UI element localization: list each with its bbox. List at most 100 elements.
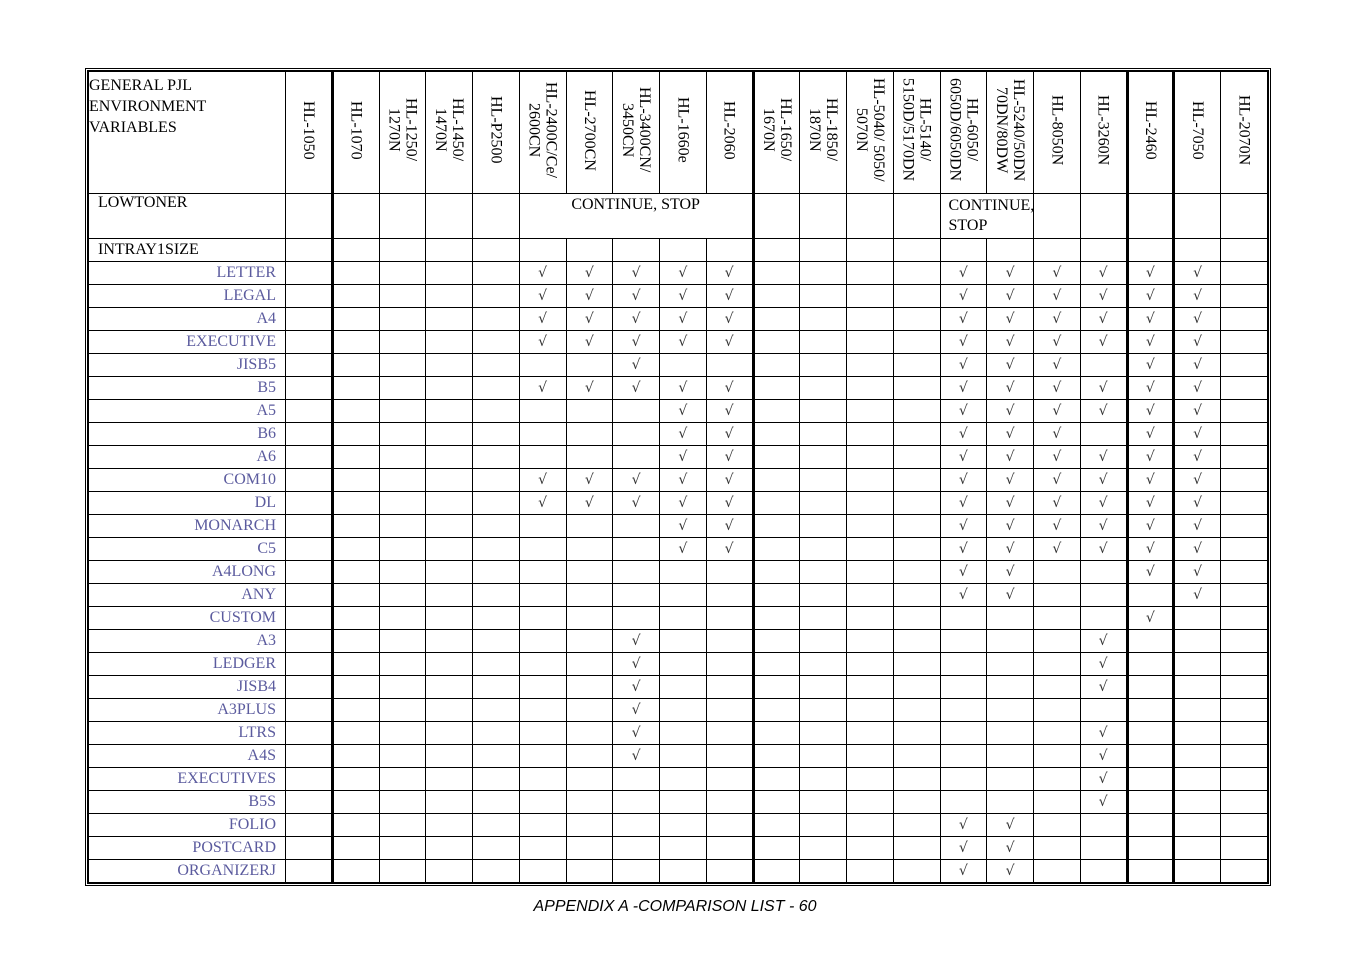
support-cell: [425, 836, 473, 860]
support-cell: [612, 514, 660, 538]
check-icon: √: [1145, 265, 1155, 281]
support-cell: √: [1033, 330, 1081, 354]
check-icon: √: [958, 840, 968, 856]
support-cell: [285, 767, 333, 791]
support-cell: [939, 767, 988, 791]
support-cell: √: [612, 261, 660, 285]
check-icon: √: [1145, 380, 1155, 396]
check-icon: √: [678, 403, 688, 419]
support-cell: √: [1033, 261, 1081, 285]
check-icon: √: [958, 817, 968, 833]
support-cell: [1220, 744, 1268, 768]
check-icon: √: [1098, 541, 1108, 557]
support-cell: [285, 836, 333, 860]
support-cell: [986, 698, 1034, 722]
support-cell: [518, 445, 567, 469]
support-cell: [565, 698, 614, 722]
support-cell: [892, 468, 941, 492]
support-cell: [892, 836, 941, 860]
support-cell: [472, 721, 520, 745]
support-cell: [518, 422, 567, 446]
support-cell: [846, 261, 894, 285]
check-icon: √: [1193, 380, 1203, 396]
paper-size-label: A4LONG: [88, 560, 286, 584]
section-label: INTRAY1SIZE: [88, 238, 286, 262]
check-icon: √: [1193, 541, 1203, 557]
model-header: HL-7050: [1172, 71, 1221, 194]
support-cell: √: [1125, 491, 1175, 515]
check-icon: √: [1193, 472, 1203, 488]
support-cell: [751, 284, 801, 308]
support-cell: √: [1125, 261, 1175, 285]
empty-cell: [892, 238, 941, 262]
support-cell: √: [1172, 353, 1221, 377]
check-icon: √: [958, 311, 968, 327]
support-cell: [612, 399, 660, 423]
check-icon: √: [678, 288, 688, 304]
support-cell: √: [1125, 284, 1175, 308]
check-icon: √: [724, 311, 734, 327]
model-name: HL-8050N: [1048, 94, 1066, 166]
support-cell: [939, 606, 988, 630]
support-cell: [1079, 698, 1128, 722]
check-icon: √: [631, 702, 641, 718]
support-cell: [425, 468, 473, 492]
paper-size-label: MONARCH: [88, 514, 286, 538]
support-cell: √: [612, 721, 660, 745]
check-icon: √: [631, 725, 641, 741]
check-icon: √: [1052, 357, 1062, 373]
support-cell: [378, 813, 427, 837]
model-header: HL-1450/ 1470N: [425, 71, 473, 194]
support-cell: [751, 836, 801, 860]
support-cell: [751, 261, 801, 285]
support-cell: [1220, 767, 1268, 791]
support-cell: √: [518, 468, 567, 492]
support-cell: √: [659, 399, 707, 423]
empty-cell: [1079, 238, 1128, 262]
support-cell: [892, 721, 941, 745]
check-icon: √: [631, 656, 641, 672]
support-cell: [846, 606, 894, 630]
support-cell: [846, 698, 894, 722]
check-icon: √: [1005, 403, 1015, 419]
support-cell: [472, 836, 520, 860]
support-cell: [751, 675, 801, 699]
check-icon: √: [538, 311, 548, 327]
support-cell: √: [939, 376, 988, 400]
support-cell: [846, 307, 894, 331]
support-cell: [1172, 652, 1221, 676]
empty-cell: [751, 193, 801, 239]
support-cell: √: [612, 675, 660, 699]
check-icon: √: [1052, 472, 1062, 488]
support-cell: [799, 422, 847, 446]
support-cell: [472, 744, 520, 768]
check-icon: √: [1052, 518, 1062, 534]
model-header: HL-5140/ 5150D/5170DN: [892, 71, 941, 194]
support-cell: [1220, 606, 1268, 630]
support-cell: [472, 445, 520, 469]
paper-size-label: B5: [88, 376, 286, 400]
check-icon: √: [1098, 495, 1108, 511]
model-header: HL-1660e: [659, 71, 707, 194]
support-cell: [518, 514, 567, 538]
support-cell: [659, 721, 707, 745]
support-cell: [378, 836, 427, 860]
support-cell: [378, 284, 427, 308]
check-icon: √: [538, 495, 548, 511]
lowtoner-value: CONTINUE, STOP: [939, 193, 1034, 239]
support-cell: [799, 813, 847, 837]
support-cell: √: [565, 307, 614, 331]
support-cell: √: [659, 422, 707, 446]
check-icon: √: [631, 265, 641, 281]
support-cell: [659, 859, 707, 883]
paper-size-label: A3: [88, 629, 286, 653]
check-icon: √: [631, 679, 641, 695]
support-cell: [565, 422, 614, 446]
model-name: HL-P2500: [487, 96, 505, 164]
support-cell: √: [1033, 376, 1081, 400]
support-cell: √: [939, 813, 988, 837]
support-cell: [1220, 330, 1268, 354]
support-cell: [892, 399, 941, 423]
support-cell: √: [612, 307, 660, 331]
support-cell: √: [986, 376, 1034, 400]
